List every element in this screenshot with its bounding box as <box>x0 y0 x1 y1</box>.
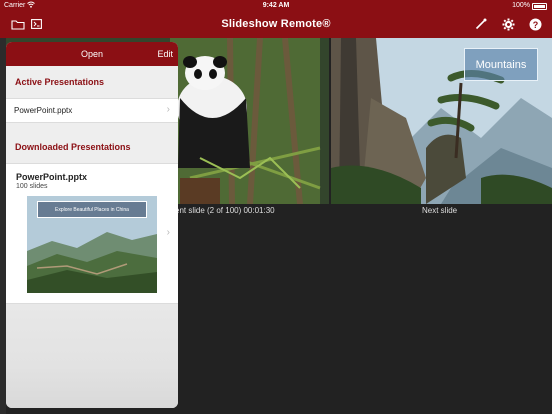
nav-bar: Slideshow Remote® ? <box>0 12 552 38</box>
popover-title: Open <box>80 49 104 59</box>
popover-empty-area <box>6 304 178 408</box>
downloaded-presentations-header: Downloaded Presentations <box>15 142 131 152</box>
next-slide-title: Mountains <box>464 48 538 81</box>
next-slide-caption: Next slide <box>422 206 458 215</box>
app-title: Slideshow Remote® <box>221 18 331 30</box>
status-bar: Carrier 9:42 AM 100% <box>0 0 552 12</box>
laser-pointer-icon[interactable] <box>474 17 488 31</box>
active-presentation-name: PowerPoint.pptx <box>14 106 73 115</box>
active-presentations-header: Active Presentations <box>15 77 105 87</box>
chevron-right-icon: › <box>166 227 170 238</box>
clock: 9:42 AM <box>262 2 290 9</box>
help-icon[interactable]: ? <box>528 17 542 31</box>
open-presentations-popover: Open Edit Active Presentations PowerPoin… <box>6 42 178 408</box>
battery-icon <box>532 3 547 10</box>
downloaded-presentation-name: PowerPoint.pptx <box>16 172 88 182</box>
thumbnail-caption: Explore Beautiful Places in China <box>37 201 147 218</box>
edit-button[interactable]: Edit <box>157 49 173 59</box>
gear-icon[interactable] <box>501 17 515 31</box>
svg-text:?: ? <box>532 19 538 29</box>
downloaded-presentation-detail: 100 slides <box>16 183 48 190</box>
presentation-thumbnail[interactable]: Explore Beautiful Places in China <box>27 196 157 293</box>
battery-percentage: 100% <box>512 2 530 9</box>
next-slide-preview[interactable]: Mountains <box>331 38 552 204</box>
current-slide-caption: ent slide (2 of 100) 00:01:30 <box>175 206 275 215</box>
chevron-right-icon: › <box>166 104 170 115</box>
active-presentation-row[interactable]: PowerPoint.pptx › <box>6 98 178 123</box>
popover-header: Open Edit <box>6 42 178 66</box>
